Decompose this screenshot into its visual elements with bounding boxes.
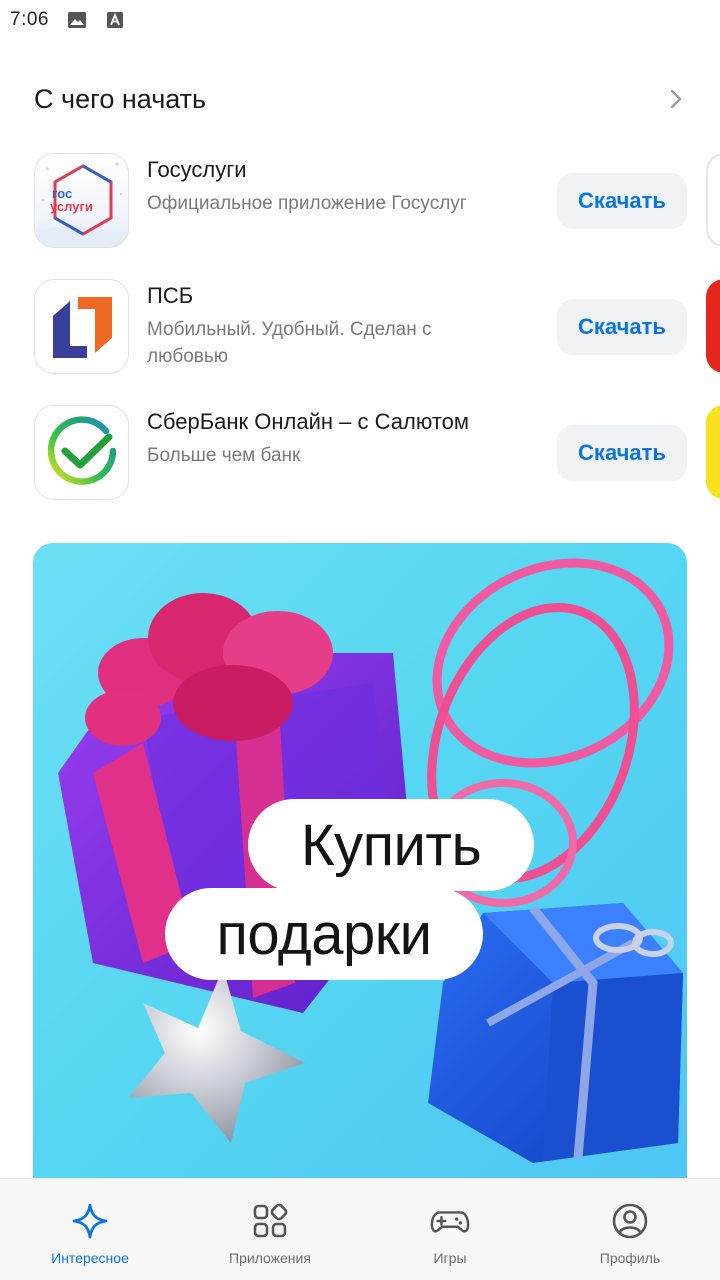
peek-card[interactable] bbox=[706, 153, 720, 247]
app-description: Больше чем банк bbox=[147, 445, 301, 466]
app-description: Официальное приложение Госуслуг bbox=[147, 193, 467, 214]
section-header[interactable]: С чего начать bbox=[34, 78, 686, 120]
download-button[interactable]: Скачать bbox=[557, 299, 687, 355]
image-icon bbox=[67, 11, 87, 29]
status-bar: 7:06 bbox=[0, 0, 720, 40]
nav-label: Приложения bbox=[229, 1250, 311, 1266]
download-button[interactable]: Скачать bbox=[557, 173, 687, 229]
banner-title-line-2: подарки bbox=[165, 888, 483, 980]
chevron-right-icon[interactable] bbox=[666, 86, 686, 112]
app-name: ПСБ bbox=[147, 283, 194, 308]
gamepad-icon bbox=[430, 1201, 470, 1241]
app-row-sberbank[interactable]: СберБанк Онлайн – с Салютом Больше чем б… bbox=[34, 405, 720, 501]
app-name: Госуслуги bbox=[147, 157, 247, 182]
status-time: 7:06 bbox=[10, 9, 49, 30]
nav-label: Интересное bbox=[51, 1250, 129, 1266]
nav-tab-featured[interactable]: Интересное bbox=[0, 1179, 180, 1280]
nav-tab-apps[interactable]: Приложения bbox=[180, 1179, 360, 1280]
peek-card[interactable] bbox=[706, 405, 720, 499]
sparkle-icon bbox=[70, 1201, 110, 1241]
nav-tab-games[interactable]: Игры bbox=[360, 1179, 540, 1280]
profile-icon bbox=[610, 1201, 650, 1241]
app-description: Мобильный. Удобный. Сделан с любовью bbox=[147, 319, 432, 367]
nav-label: Игры bbox=[433, 1250, 467, 1266]
apps-grid-icon bbox=[250, 1201, 290, 1241]
font-a-icon bbox=[105, 11, 125, 29]
peek-card[interactable] bbox=[706, 279, 720, 373]
banner-title-line-1: Купить bbox=[248, 799, 534, 891]
app-row-gosuslugi[interactable]: гос услуги Госуслуги Официальное приложе… bbox=[34, 153, 720, 249]
gosuslugi-logo-text-2: услуги bbox=[50, 199, 93, 214]
download-button[interactable]: Скачать bbox=[557, 425, 687, 481]
psb-logo[interactable] bbox=[34, 279, 129, 374]
sberbank-logo[interactable] bbox=[34, 405, 129, 500]
app-row-psb[interactable]: ПСБ Мобильный. Удобный. Сделан с любовью… bbox=[34, 279, 720, 375]
section-title: С чего начать bbox=[34, 83, 207, 114]
nav-label: Профиль bbox=[599, 1250, 661, 1266]
bottom-navigation: Интересное Приложения Игры Профиль bbox=[0, 1178, 720, 1280]
app-name: СберБанк Онлайн – с Салютом bbox=[147, 409, 470, 434]
promo-banner[interactable]: Купить подарки bbox=[33, 543, 687, 1183]
nav-tab-profile[interactable]: Профиль bbox=[540, 1179, 720, 1280]
gosuslugi-logo[interactable]: гос услуги bbox=[34, 153, 129, 248]
